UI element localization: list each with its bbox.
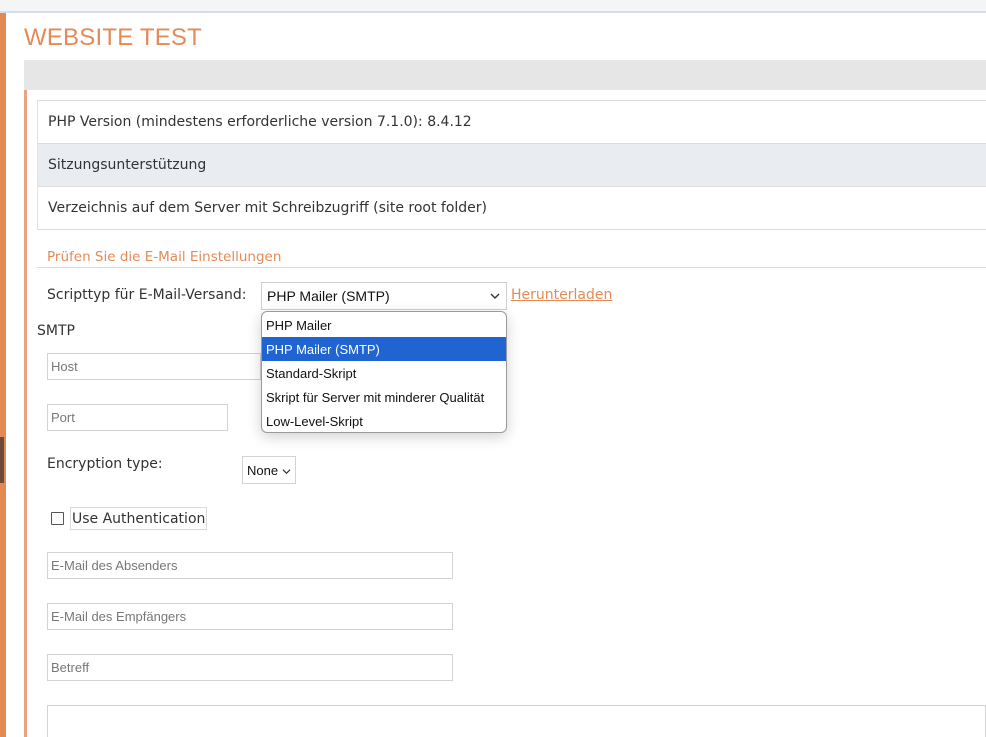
encryption-type-label: Encryption type:	[47, 456, 163, 472]
host-input[interactable]: Host	[47, 353, 261, 380]
smtp-heading: SMTP	[37, 323, 75, 339]
requirements-table: PHP Version (mindestens erforderliche ve…	[37, 100, 986, 230]
dropdown-option[interactable]: Standard-Skript	[262, 361, 506, 385]
section-divider	[37, 267, 986, 268]
use-authentication-label[interactable]: Use Authentication	[70, 507, 208, 530]
dropdown-option[interactable]: PHP Mailer	[262, 313, 506, 337]
dropdown-option[interactable]: Low-Level-Skript	[262, 409, 506, 432]
chevron-down-icon	[490, 293, 500, 299]
script-type-label: Scripttyp für E-Mail-Versand:	[47, 287, 247, 303]
browser-top-strip	[0, 0, 986, 13]
use-authentication-checkbox[interactable]	[51, 512, 64, 525]
email-settings-heading: Prüfen Sie die E-Mail Einstellungen	[47, 249, 282, 265]
requirement-session-support: Sitzungsunterstützung	[38, 144, 986, 187]
encryption-type-value: None	[247, 462, 279, 478]
dropdown-option-selected[interactable]: PHP Mailer (SMTP)	[262, 337, 506, 361]
message-textarea[interactable]	[47, 705, 986, 737]
port-input[interactable]: Port	[47, 404, 228, 431]
script-type-dropdown[interactable]: PHP Mailer PHP Mailer (SMTP) Standard-Sk…	[261, 311, 507, 433]
dropdown-option[interactable]: Skript für Server mit minderer Qualität	[262, 385, 506, 409]
header-band	[24, 60, 986, 90]
sender-email-input[interactable]: E-Mail des Absenders	[47, 552, 453, 579]
download-link[interactable]: Herunterladen	[511, 287, 612, 303]
script-type-select[interactable]: PHP Mailer (SMTP)	[261, 282, 507, 310]
requirement-php-version: PHP Version (mindestens erforderliche ve…	[38, 101, 986, 144]
site-title: WEBSITE TEST	[24, 24, 202, 51]
left-accent-marker	[0, 437, 4, 483]
recipient-email-input[interactable]: E-Mail des Empfängers	[47, 603, 453, 630]
script-type-value: PHP Mailer (SMTP)	[267, 288, 390, 304]
content-accent-line	[24, 90, 27, 737]
left-accent-bar	[0, 13, 6, 737]
requirement-writable-directory: Verzeichnis auf dem Server mit Schreibzu…	[38, 187, 986, 230]
subject-input[interactable]: Betreff	[47, 654, 453, 681]
chevron-down-icon	[282, 469, 291, 475]
encryption-type-select[interactable]: None	[242, 456, 296, 484]
